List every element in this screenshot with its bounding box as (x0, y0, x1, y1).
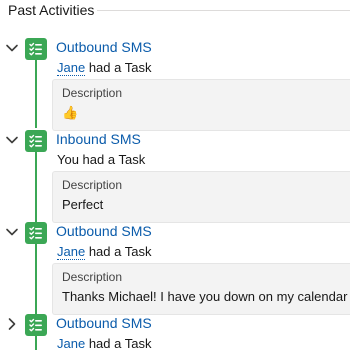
activity-subject-link[interactable]: Inbound SMS (56, 131, 141, 147)
activity-summary: Jane had a Task (57, 244, 152, 260)
user-link[interactable]: Jane (57, 336, 86, 350)
description-box: Description Thanks Michael! I have you d… (52, 263, 350, 315)
timeline-line (35, 336, 37, 350)
summary-text: You had a Task (57, 152, 146, 167)
task-icon (25, 314, 47, 336)
task-icon (25, 130, 47, 152)
timeline-line (35, 60, 37, 128)
task-icon (25, 38, 47, 60)
chevron-right-icon[interactable] (4, 316, 20, 332)
description-box: Description 👍 (52, 79, 350, 131)
description-label: Description (62, 270, 123, 284)
activity-subject-link[interactable]: Outbound SMS (56, 315, 152, 331)
chevron-down-icon[interactable] (4, 40, 20, 56)
user-link[interactable]: Jane (57, 244, 86, 260)
chevron-down-icon[interactable] (4, 224, 20, 240)
summary-text: had a Task (85, 60, 152, 75)
description-box: Description Perfect (52, 171, 350, 223)
chevron-down-icon[interactable] (4, 132, 20, 148)
description-value: Perfect (62, 197, 104, 212)
past-activities-panel: Past Activities Outbound SMS Jane had a … (0, 0, 350, 350)
description-label: Description (62, 178, 123, 192)
description-value: 👍 (62, 105, 79, 120)
task-icon (25, 222, 47, 244)
summary-text: had a Task (85, 244, 152, 259)
section-title: Past Activities (8, 2, 95, 18)
timeline-line (35, 244, 37, 314)
summary-text: had a Task (85, 336, 152, 350)
timeline-line (35, 152, 37, 222)
user-link[interactable]: Jane (57, 60, 86, 76)
activity-summary: Jane had a Task (57, 336, 151, 350)
activity-subject-link[interactable]: Outbound SMS (56, 223, 152, 239)
description-label: Description (62, 86, 123, 100)
activity-summary: Jane had a Task (57, 60, 152, 76)
description-value: Thanks Michael! I have you down on my ca… (62, 289, 350, 304)
activity-subject-link[interactable]: Outbound SMS (56, 39, 152, 55)
activity-summary: You had a Task (57, 152, 145, 167)
section-divider (97, 10, 350, 11)
